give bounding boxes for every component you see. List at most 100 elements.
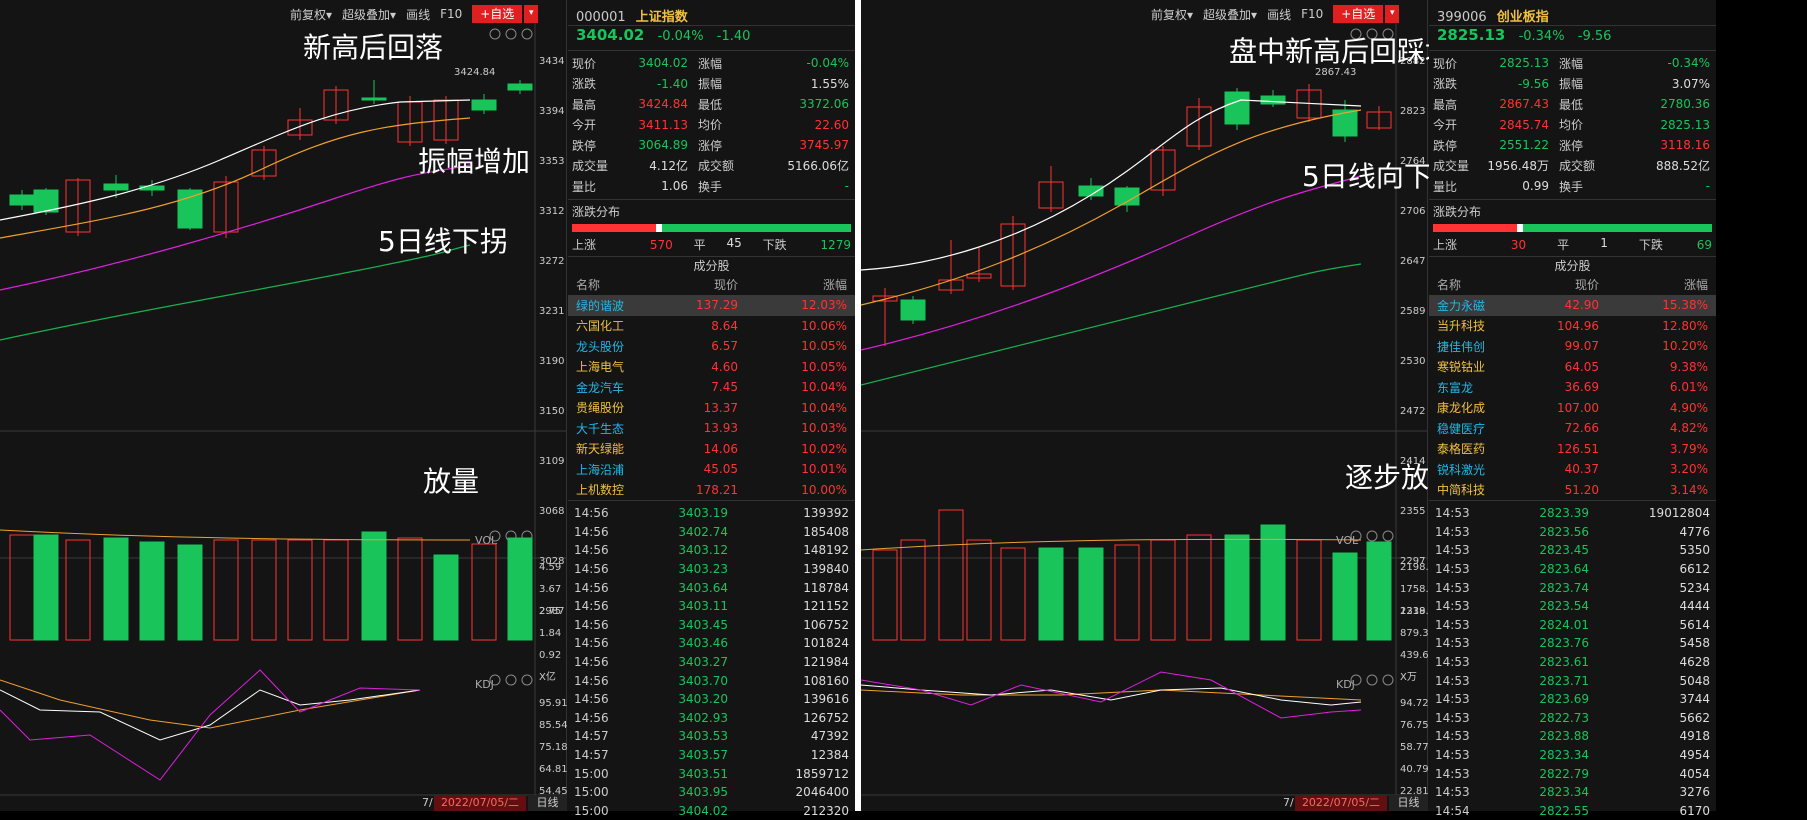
volume-bar bbox=[967, 540, 991, 640]
tick-row: 14:563403.19139392 bbox=[568, 504, 855, 523]
volume-axis-tick: 3.67 bbox=[539, 584, 561, 595]
last-price: 3404.02 bbox=[576, 26, 644, 44]
price-axis-tick: 3190 bbox=[539, 356, 564, 367]
add-favorite-dropdown[interactable]: ▾ bbox=[524, 5, 538, 23]
stock-change: 10.05% bbox=[738, 360, 855, 374]
tick-price: 2822.73 bbox=[1489, 711, 1589, 725]
constituent-row[interactable]: 锐科激光40.373.20% bbox=[1429, 459, 1716, 480]
stock-name: 龙头股份 bbox=[568, 338, 658, 355]
col-price[interactable]: 现价 bbox=[658, 276, 738, 293]
stock-name: 锐科激光 bbox=[1429, 461, 1519, 478]
constituent-row[interactable]: 金力永磁42.9015.38% bbox=[1429, 295, 1716, 316]
rise-fall-distribution: 涨跌分布 上涨 570 平 45 下跌 1279 bbox=[568, 199, 855, 256]
stock-name: 上海电气 bbox=[568, 358, 658, 375]
add-favorite-dropdown[interactable]: ▾ bbox=[1385, 5, 1399, 23]
volume-bar bbox=[288, 540, 312, 640]
volume-axis-tick: X万 bbox=[1400, 672, 1417, 683]
close-icon[interactable] bbox=[522, 29, 532, 39]
constituent-row[interactable]: 东富龙36.696.01% bbox=[1429, 377, 1716, 398]
constituent-row[interactable]: 康龙化成107.004.90% bbox=[1429, 398, 1716, 419]
left-chart-canvas[interactable]: 3434339433533312327232313190315031093068… bbox=[0, 0, 567, 811]
constituent-row[interactable]: 当升科技104.9612.80% bbox=[1429, 316, 1716, 337]
volume-axis-tick: 439.69 bbox=[1400, 650, 1428, 661]
dist-title: 涨跌分布 bbox=[572, 203, 851, 220]
overlay-menu[interactable]: 超级叠加▾ bbox=[342, 6, 396, 23]
constituent-row[interactable]: 绿的谐波137.2912.03% bbox=[568, 295, 855, 316]
help-icon[interactable] bbox=[506, 29, 516, 39]
tick-price: 3403.23 bbox=[628, 562, 728, 576]
candle-body bbox=[104, 184, 128, 190]
constituent-row[interactable]: 中简科技51.203.14% bbox=[1429, 480, 1716, 501]
constituent-row[interactable]: 龙头股份6.5710.05% bbox=[568, 336, 855, 357]
constituent-row[interactable]: 上海沿浦45.0510.01% bbox=[568, 459, 855, 480]
add-favorite-button[interactable]: +自选 bbox=[1333, 5, 1383, 23]
fq-menu[interactable]: 前复权▾ bbox=[290, 6, 332, 23]
help-icon[interactable] bbox=[506, 675, 516, 685]
stock-change: 3.79% bbox=[1599, 442, 1716, 456]
f10-button[interactable]: F10 bbox=[440, 7, 462, 21]
left-kline-chart[interactable]: 3434339433533312327232313190315031093068… bbox=[0, 0, 567, 811]
tick-price: 2823.39 bbox=[1489, 506, 1589, 520]
tick-volume: 4628 bbox=[1589, 655, 1716, 669]
tick-time: 14:56 bbox=[568, 599, 628, 613]
quote-row: 跌停2551.22涨停3118.16 bbox=[1429, 135, 1716, 156]
overlay-menu[interactable]: 超级叠加▾ bbox=[1203, 6, 1257, 23]
draw-button[interactable]: 画线 bbox=[406, 6, 430, 23]
tick-volume: 2046400 bbox=[728, 785, 855, 799]
fq-menu[interactable]: 前复权▾ bbox=[1151, 6, 1193, 23]
right-kline-chart[interactable]: 2882282327642706264725892530247224142355… bbox=[861, 0, 1428, 811]
tick-volume: 19012804 bbox=[1589, 506, 1716, 520]
candle-body bbox=[178, 190, 202, 228]
f10-button[interactable]: F10 bbox=[1301, 7, 1323, 21]
stock-price: 45.05 bbox=[658, 462, 738, 476]
constituent-row[interactable]: 六国化工8.6410.06% bbox=[568, 316, 855, 337]
stock-price: 8.64 bbox=[658, 319, 738, 333]
stock-name: 新天绿能 bbox=[568, 440, 658, 457]
quote-row: 量比1.06换手- bbox=[568, 176, 855, 197]
stock-name: 泰格医药 bbox=[1429, 440, 1519, 457]
price-axis-tick: 2355 bbox=[1400, 506, 1425, 517]
price-axis-tick: 3312 bbox=[539, 206, 564, 217]
help-icon[interactable] bbox=[1367, 531, 1377, 541]
col-name[interactable]: 名称 bbox=[1429, 276, 1519, 293]
close-icon[interactable] bbox=[1383, 531, 1393, 541]
constituent-row[interactable]: 金龙汽车7.4510.04% bbox=[568, 377, 855, 398]
volume-bar bbox=[34, 535, 58, 640]
add-favorite-button[interactable]: +自选 bbox=[472, 5, 522, 23]
dist-bar-up bbox=[572, 224, 656, 232]
col-name[interactable]: 名称 bbox=[568, 276, 658, 293]
constituent-row[interactable]: 上海电气4.6010.05% bbox=[568, 357, 855, 378]
constituent-row[interactable]: 稳健医疗72.664.82% bbox=[1429, 418, 1716, 439]
period-tab[interactable]: 日线 bbox=[528, 795, 567, 811]
tick-price: 3402.93 bbox=[628, 711, 728, 725]
help-icon[interactable] bbox=[1367, 675, 1377, 685]
constituent-row[interactable]: 上机数控178.2110.00% bbox=[568, 480, 855, 501]
constituent-row[interactable]: 新天绿能14.0610.02% bbox=[568, 439, 855, 460]
stock-price: 178.21 bbox=[658, 483, 738, 497]
quote-label: 涨停 bbox=[692, 137, 746, 154]
right-chart-canvas[interactable]: 2882282327642706264725892530247224142355… bbox=[861, 0, 1428, 811]
constituent-row[interactable]: 大千生态13.9310.03% bbox=[568, 418, 855, 439]
stock-name: 大千生态 bbox=[568, 420, 658, 437]
tick-price: 3403.12 bbox=[628, 543, 728, 557]
flat-label: 平 bbox=[694, 236, 706, 253]
draw-button[interactable]: 画线 bbox=[1267, 6, 1291, 23]
constituent-row[interactable]: 寒锐钴业64.059.38% bbox=[1429, 357, 1716, 378]
volume-bar bbox=[1079, 548, 1103, 640]
period-tab[interactable]: 日线 bbox=[1389, 795, 1428, 811]
constituent-row[interactable]: 捷佳伟创99.0710.20% bbox=[1429, 336, 1716, 357]
tick-row: 14:532824.015614 bbox=[1429, 616, 1716, 635]
stock-change: 10.20% bbox=[1599, 339, 1716, 353]
close-icon[interactable] bbox=[1383, 675, 1393, 685]
close-icon[interactable] bbox=[522, 675, 532, 685]
col-change[interactable]: 涨幅 bbox=[738, 276, 855, 293]
constituent-row[interactable]: 泰格医药126.513.79% bbox=[1429, 439, 1716, 460]
quote-row: 现价3404.02涨幅-0.04% bbox=[568, 53, 855, 74]
col-price[interactable]: 现价 bbox=[1519, 276, 1599, 293]
constituent-row[interactable]: 贵绳股份13.3710.04% bbox=[568, 398, 855, 419]
tick-volume: 4054 bbox=[1589, 767, 1716, 781]
tick-volume: 6612 bbox=[1589, 562, 1716, 576]
col-change[interactable]: 涨幅 bbox=[1599, 276, 1716, 293]
gear-icon[interactable] bbox=[490, 29, 500, 39]
volume-bar bbox=[362, 532, 386, 640]
